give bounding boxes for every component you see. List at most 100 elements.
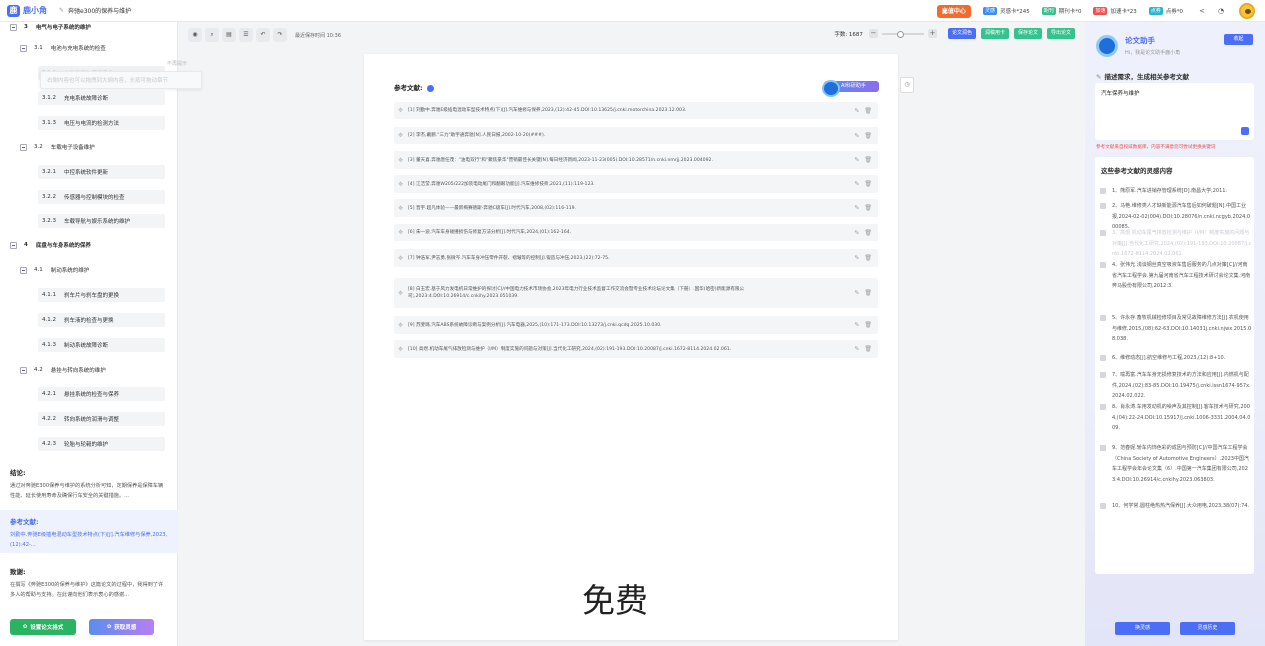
dismiss-tip-button[interactable]: 不再提示 [167,60,187,67]
drag-handle-icon[interactable]: ✥ [398,346,408,353]
reference-row[interactable]: ✥ [6] 朱一迪.汽车车身碰撞损伤与修复方法分析[J].时代汽车,2024,(0… [394,224,878,241]
outline-item[interactable]: 4.1.3 制动系统故障诊断 [38,338,165,352]
search-icon[interactable]: ⌕ [205,28,219,42]
speed-card-count[interactable]: 加速 加速卡*23 [1093,7,1137,15]
recharge-button[interactable]: ▣ 充值中心 [936,4,971,18]
delete-icon[interactable]: 🗑 [864,181,872,188]
checkbox[interactable] [1100,315,1106,321]
list-icon[interactable]: ☰ [239,28,253,42]
redo-icon[interactable]: ↷ [273,28,287,42]
collapse-toggle-icon[interactable] [10,241,17,249]
outline-item[interactable]: 4.1.2 刹车液的检查与更换 [38,313,165,327]
edit-icon[interactable]: ✎ [854,107,859,114]
checkbox[interactable] [1100,404,1106,410]
outline-item[interactable]: 3.2 车载电子设备维护 [20,140,95,154]
outline-item[interactable]: 3.2.2 传感器与控制模块的检查 [38,190,165,204]
export-paper-button[interactable]: 导出论文 [1046,28,1075,39]
checkbox[interactable] [1100,503,1106,509]
outline-item[interactable]: 4.2.3 轮胎与轮毂的维护 [38,437,165,451]
checkbox[interactable] [1100,262,1106,268]
collapse-toggle-icon[interactable] [20,266,27,274]
reference-row[interactable]: ✥ [2] 李杰,戴鹏."三力"助宇通奔驰[N].人民日报,2002-10-20(… [394,127,878,144]
edit-icon[interactable]: ✎ [854,181,859,188]
inspiration-item[interactable]: 8、肖永涛.车用发动机的噪声及其控制[J].客车技术与研究,2004,(04):… [1100,402,1252,434]
outline-item[interactable]: 3.1.2 充电系统故障诊断 [38,91,165,105]
delete-icon[interactable]: 🗑 [864,229,872,236]
eye-icon[interactable]: ◉ [188,28,202,42]
ai-assistant-button[interactable]: AI科研助手 [822,80,879,97]
checkbox[interactable] [1100,355,1106,361]
outline-item[interactable]: 3.1.3 电压与电流的检测方法 [38,116,165,130]
drag-handle-icon[interactable]: ✥ [398,205,408,212]
inspiration-item[interactable]: 9、范春妮.轿车内饰色彩的成因与预防[C]//中国汽车工程学会（China So… [1100,443,1252,485]
reference-row[interactable]: ✥ [3] 董天喜.奔驰唐任茂："油电双行"和"聚焦豪华"营销最佳长关键[N].每… [394,151,878,169]
inspiration-item[interactable]: 10、何学常.圆柱绝热热汽保养[J].大众用电,2023,38(07):74. [1100,501,1252,512]
coupon-count[interactable]: 点券 点券*0 [1148,7,1183,15]
delete-icon[interactable]: 🗑 [864,346,872,353]
collapse-toggle-icon[interactable] [20,366,27,374]
outline-item[interactable]: 4.2 悬挂与转向系统的维护 [20,363,106,377]
checkbox[interactable] [1100,372,1106,378]
send-icon[interactable] [1241,127,1249,135]
drag-handle-icon[interactable]: ✥ [398,107,408,114]
undo-icon[interactable]: ↶ [256,28,270,42]
drag-handle-icon[interactable]: ✥ [398,290,408,297]
inspiration-item[interactable]: 3、高煜.机动车尾气排放检测与维护（I/M）制度实施的问题与对策[J].当代化工… [1100,228,1252,260]
edit-icon[interactable]: ✎ [854,346,859,353]
change-inspiration-button[interactable]: 换灵感 [1115,622,1170,635]
outline-item[interactable]: 4 底盘与车身系统的保养 [10,238,91,252]
get-inspiration-button[interactable]: ✿ 获取灵感 [89,619,154,635]
drag-handle-icon[interactable]: ✥ [398,255,408,262]
zoom-out-button[interactable]: − [868,29,878,38]
table-icon[interactable]: ▤ [222,28,236,42]
drag-handle-icon[interactable]: ✥ [398,132,408,139]
checkbox[interactable] [1100,188,1106,194]
polish-paper-button[interactable]: 论文润色 [947,28,976,39]
section-references[interactable]: 参考文献: 刘勤中.奔驰E级插电混动车型技术特点(下)[J].汽车维修与保养,2… [0,510,178,553]
history-icon[interactable]: ◷ [900,77,914,93]
outline-item[interactable]: 3.1 电池与充电系统的检查 [20,41,106,55]
checkbox[interactable] [1100,203,1106,209]
drag-handle-icon[interactable]: ✥ [398,322,408,329]
help-icon[interactable] [426,84,434,92]
reference-row[interactable]: ✥ [4] 江洁莹.奔驰W205/222加装电动尾门和翻眼功能[J].汽车维修技师… [394,175,878,193]
inspiration-item[interactable]: 5、许永存.畜牧机械检修项目及常见故障维修方法[J].农机使用与维修,2015,… [1100,313,1252,345]
edit-icon[interactable]: ✎ [854,255,859,262]
outline-item[interactable]: 4.1.1 刹车片与刹车盘的更换 [38,288,165,302]
delete-icon[interactable]: 🗑 [864,205,872,212]
reference-row[interactable]: ✥ [5] 晋宇.超凡体验——最新梅赛德斯-奔驰C级车[J].时代汽车,2008,… [394,199,878,217]
outline-item[interactable]: 4.2.2 转向系统的润滑与调整 [38,412,165,426]
edit-icon[interactable]: ✎ [854,157,859,164]
zoom-in-button[interactable]: + [927,29,937,38]
save-paper-button[interactable]: 保存论文 [1013,28,1042,39]
zoom-control[interactable]: − + [868,29,937,38]
outline-item[interactable]: 4.2.1 悬挂系统的检查与保养 [38,387,165,401]
edit-icon[interactable]: ✎ [854,322,859,329]
collapse-toggle-icon[interactable] [10,23,17,31]
inspiration-item[interactable]: 7、喻再富.汽车车身无损修复技术的方法和应用[J].内燃机与配件,2024,(0… [1100,370,1252,402]
drag-handle-icon[interactable]: ✥ [398,181,408,188]
bell-icon[interactable]: ◔ [1214,7,1228,15]
outline-item[interactable]: 3 电气与电子系统的维护 [10,22,91,34]
delete-icon[interactable]: 🗑 [864,132,872,139]
reference-row[interactable]: ✥ [8] 白玉宏.基于风力发电机日常维护的探讨[C]//中国电力技术市场协会,2… [394,278,878,308]
avatar[interactable] [1239,3,1255,19]
drag-handle-icon[interactable]: ✥ [398,229,408,236]
outline-item[interactable]: 4.1 制动系统的维护 [20,263,89,277]
outline-item[interactable]: 3.2.1 中控系统软件更新 [38,165,165,179]
delete-icon[interactable]: 🗑 [864,157,872,164]
inspiration-history-button[interactable]: 灵感历史 [1180,622,1235,635]
delete-icon[interactable]: 🗑 [864,290,872,297]
inspiration-item[interactable]: 4、张伟光.浅谈钢丝真空吸液车售后服务的几点对策[C]//河南省汽车工程学会.第… [1100,260,1252,292]
share-icon[interactable]: < [1195,7,1209,15]
checkbox[interactable] [1100,230,1106,236]
edit-icon[interactable]: ✎ [854,229,859,236]
edit-icon[interactable]: ✎ [854,132,859,139]
format-paper-button[interactable]: ✿ 设置论文格式 [10,619,76,635]
polish-card-button[interactable]: 润稿用卡 [980,28,1009,39]
reference-row[interactable]: ✥ [9] 苏斐璐.汽车ABS系统故障诊断与案例分析[J].汽车电器,2025,(… [394,316,878,334]
section-conclusion[interactable]: 结论: 通过对奔驰E300保养与维护的系统分析可知，定期保养是保障车辆性能、延长… [0,463,178,507]
section-thanks[interactable]: 致谢: 在撰写《奔驰E300的保养与维护》这篇论文的过程中，我得到了许多人的帮助… [0,562,178,606]
edit-icon[interactable]: ✎ [854,205,859,212]
zoom-slider[interactable] [881,30,924,38]
